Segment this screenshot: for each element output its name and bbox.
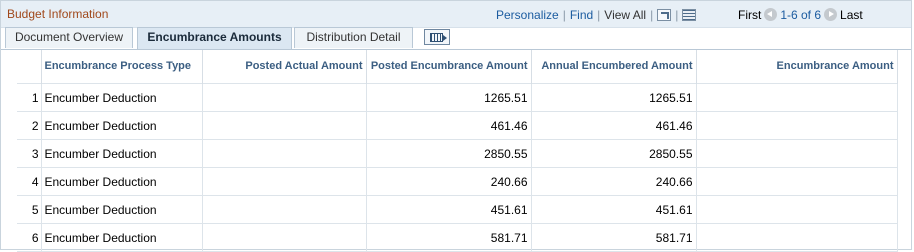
tab-distribution-detail[interactable]: Distribution Detail xyxy=(294,27,413,48)
row-number-header xyxy=(17,50,42,84)
pager-range: 1-6 of 6 xyxy=(780,8,822,22)
posted-encumbrance-cell: 451.61 xyxy=(366,195,532,224)
row-number: 6 xyxy=(17,223,42,252)
separator: | xyxy=(562,8,566,22)
row-number: 2 xyxy=(17,111,42,140)
tab-document-overview[interactable]: Document Overview xyxy=(5,27,133,48)
table-row: 1 Encumber Deduction 1265.51 1265.51 xyxy=(17,83,898,112)
process-type-cell: Encumber Deduction xyxy=(41,139,203,168)
encumbrance-amount-cell xyxy=(696,139,898,168)
tab-encumbrance-amounts[interactable]: Encumbrance Amounts xyxy=(137,27,292,49)
encumbrance-amount-cell xyxy=(696,83,898,112)
separator: | xyxy=(675,8,679,22)
last-label: Last xyxy=(840,8,863,22)
next-arrow-icon[interactable] xyxy=(824,8,838,21)
column-header-posted-encumbrance: Posted Encumbrance Amount xyxy=(366,50,532,84)
posted-actual-cell xyxy=(202,139,367,168)
process-type-cell: Encumber Deduction xyxy=(41,111,203,140)
personalize-link[interactable]: Personalize xyxy=(496,8,559,22)
posted-actual-cell xyxy=(202,223,367,252)
encumbrance-amount-cell xyxy=(696,195,898,224)
table-row: 3 Encumber Deduction 2850.55 2850.55 xyxy=(17,139,898,168)
posted-encumbrance-cell: 240.66 xyxy=(366,167,532,196)
table-row: 5 Encumber Deduction 451.61 451.61 xyxy=(17,195,898,224)
annual-encumbered-cell: 240.66 xyxy=(531,167,697,196)
encumbrance-grid: Encumbrance Process Type Posted Actual A… xyxy=(17,50,898,252)
posted-actual-cell xyxy=(202,167,367,196)
pager: First 1-6 of 6 Last xyxy=(738,8,863,22)
posted-actual-cell xyxy=(202,83,367,112)
column-header-encumbrance-amount: Encumbrance Amount xyxy=(696,50,898,84)
posted-encumbrance-cell: 2850.55 xyxy=(366,139,532,168)
annual-encumbered-cell: 461.46 xyxy=(531,111,697,140)
budget-information-panel: Budget Information Personalize | Find | View… xyxy=(0,0,912,252)
tab-bar: Document Overview Encumbrance Amounts Di… xyxy=(1,27,911,50)
process-type-cell: Encumber Deduction xyxy=(41,83,203,112)
posted-encumbrance-cell: 1265.51 xyxy=(366,83,532,112)
process-type-cell: Encumber Deduction xyxy=(41,195,203,224)
annual-encumbered-cell: 1265.51 xyxy=(531,83,697,112)
panel-title: Budget Information xyxy=(7,7,109,21)
row-number: 1 xyxy=(17,83,42,112)
posted-actual-cell xyxy=(202,111,367,140)
annual-encumbered-cell: 2850.55 xyxy=(531,139,697,168)
title-bar: Budget Information Personalize | Find | View… xyxy=(1,1,911,28)
table-row: 4 Encumber Deduction 240.66 240.66 xyxy=(17,167,898,196)
row-number: 3 xyxy=(17,139,42,168)
table-row: 2 Encumber Deduction 461.46 461.46 xyxy=(17,111,898,140)
process-type-cell: Encumber Deduction xyxy=(41,167,203,196)
view-all-link[interactable]: View All xyxy=(604,8,646,22)
column-header-posted-actual: Posted Actual Amount xyxy=(202,50,367,84)
previous-arrow-icon[interactable] xyxy=(764,8,778,21)
separator: | xyxy=(597,8,601,22)
row-number: 5 xyxy=(17,195,42,224)
column-header-annual-encumbered: Annual Encumbered Amount xyxy=(531,50,697,84)
grid-download-icon[interactable] xyxy=(682,9,697,21)
first-label: First xyxy=(738,8,762,22)
encumbrance-amount-cell xyxy=(696,223,898,252)
annual-encumbered-cell: 451.61 xyxy=(531,195,697,224)
grid-header-row: Encumbrance Process Type Posted Actual A… xyxy=(17,50,898,84)
annual-encumbered-cell: 581.71 xyxy=(531,223,697,252)
posted-encumbrance-cell: 581.71 xyxy=(366,223,532,252)
new-window-icon[interactable] xyxy=(657,9,672,21)
process-type-cell: Encumber Deduction xyxy=(41,223,203,252)
grid-toolbar: Personalize | Find | View All | | xyxy=(496,8,697,22)
find-link[interactable]: Find xyxy=(570,8,593,22)
encumbrance-amount-cell xyxy=(696,111,898,140)
posted-encumbrance-cell: 461.46 xyxy=(366,111,532,140)
separator: | xyxy=(650,8,654,22)
row-number: 4 xyxy=(17,167,42,196)
table-row: 6 Encumber Deduction 581.71 581.71 xyxy=(17,223,898,252)
show-all-columns-icon[interactable] xyxy=(424,29,450,45)
encumbrance-amount-cell xyxy=(696,167,898,196)
column-header-process-type: Encumbrance Process Type xyxy=(41,50,203,84)
posted-actual-cell xyxy=(202,195,367,224)
